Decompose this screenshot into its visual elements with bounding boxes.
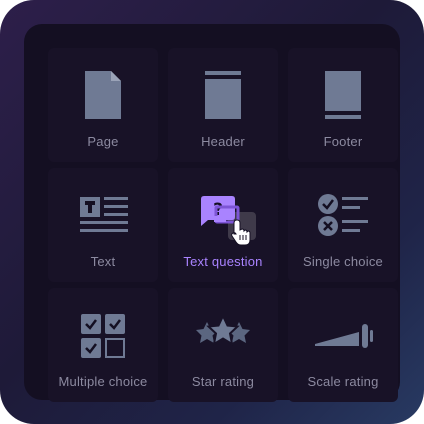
tile-label: Scale rating	[307, 374, 379, 389]
text-icon	[48, 168, 158, 238]
tile-text-question[interactable]: ? Text question	[168, 168, 278, 282]
tile-label: Multiple choice	[58, 374, 148, 389]
tile-scale-rating[interactable]: Scale rating	[288, 288, 398, 402]
tile-footer[interactable]: Footer	[288, 48, 398, 162]
element-picker-panel: Page Header Footer Text ? Text question …	[24, 24, 400, 402]
tile-multiple-choice[interactable]: Multiple choice	[48, 288, 158, 402]
tile-header[interactable]: Header	[168, 48, 278, 162]
tile-text[interactable]: Text	[48, 168, 158, 282]
text-question-icon: ?	[168, 168, 278, 246]
app-frame: Page Header Footer Text ? Text question …	[0, 0, 424, 424]
header-icon	[168, 48, 278, 119]
scale-rating-icon	[288, 288, 398, 358]
single-choice-icon	[288, 168, 398, 238]
page-icon	[48, 48, 158, 119]
tile-single-choice[interactable]: Single choice	[288, 168, 398, 282]
tile-label: Header	[201, 134, 245, 149]
tile-label: Star rating	[191, 374, 255, 389]
tile-label: Footer	[323, 134, 363, 149]
footer-icon	[288, 48, 398, 119]
tile-page[interactable]: Page	[48, 48, 158, 162]
tile-label: Text	[90, 254, 116, 269]
tile-label: Page	[87, 134, 119, 149]
tile-star-rating[interactable]: Star rating	[168, 288, 278, 402]
star-rating-icon	[168, 288, 278, 358]
tile-label: Text question	[183, 254, 263, 269]
multiple-choice-icon	[48, 288, 158, 358]
tile-label: Single choice	[303, 254, 383, 269]
